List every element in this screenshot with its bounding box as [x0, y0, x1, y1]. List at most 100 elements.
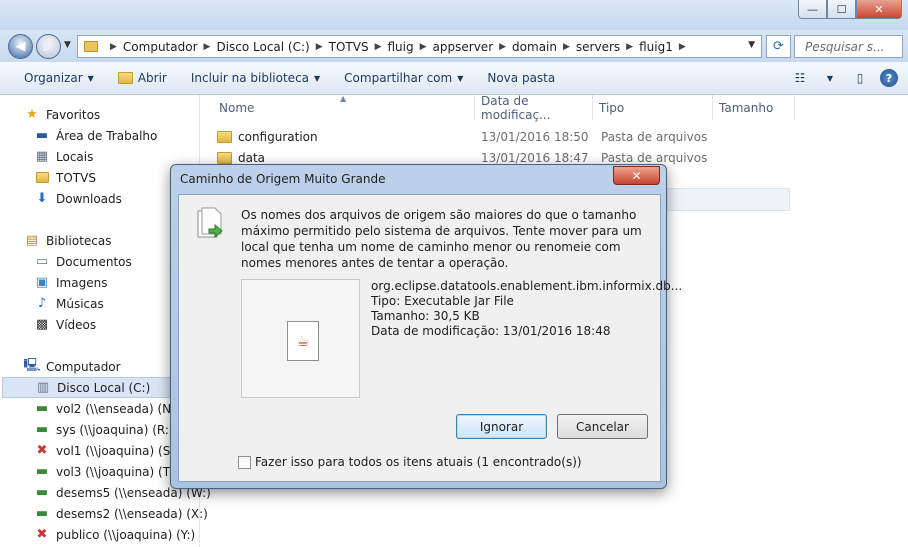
breadcrumb-totvs[interactable]: TOTVS	[329, 40, 369, 54]
nav-item-downloads[interactable]: ⬇ Downloads	[34, 188, 122, 209]
forward-button[interactable]: ▶	[36, 34, 61, 59]
nav-label: publico (\\joaquina) (Y:)	[56, 527, 196, 542]
nav-label: Bibliotecas	[46, 233, 112, 248]
nav-label: Computador	[46, 359, 121, 374]
file-date: 13/01/2016 18:47	[481, 150, 589, 165]
column-header-date[interactable]: Data de modificaç...	[475, 94, 593, 122]
breadcrumb-disco-local[interactable]: Disco Local (C:)	[216, 40, 309, 54]
open-button[interactable]: Abrir	[106, 62, 179, 95]
maximize-button[interactable]: ☐	[827, 0, 856, 19]
chevron-right-icon[interactable]: ▶	[499, 42, 506, 52]
chevron-right-icon[interactable]: ▶	[316, 42, 323, 52]
breadcrumb-fluig[interactable]: fluig	[388, 40, 414, 54]
music-icon: ♪	[37, 296, 47, 311]
chevron-right-icon[interactable]: ▶	[204, 42, 211, 52]
drive-icon: ▥	[36, 380, 50, 395]
new-folder-label: Nova pasta	[487, 71, 556, 85]
share-menu[interactable]: Compartilhar com ▼	[332, 62, 475, 95]
recent-pages-dropdown[interactable]: ▼	[64, 40, 71, 50]
file-name: configuration	[238, 129, 318, 144]
breadcrumb-fluig1[interactable]: fluig1	[639, 40, 673, 54]
nav-label: desems2 (\\enseada) (X:)	[56, 506, 208, 521]
nav-label: Imagens	[56, 275, 108, 290]
dialog-close-button[interactable]: ✕	[613, 166, 660, 185]
chevron-right-icon[interactable]: ▶	[626, 42, 633, 52]
breadcrumb-servers[interactable]: servers	[576, 40, 620, 54]
nav-item-network-drive[interactable]: ▬ vol3 (\\joaquina) (T:)	[34, 461, 178, 482]
nav-computer[interactable]: 🖳 Computador	[23, 356, 121, 377]
view-dropdown-icon[interactable]: ▼	[820, 68, 840, 88]
nav-item-network-drive[interactable]: ▬ sys (\\joaquina) (R:)	[34, 419, 174, 440]
nav-label: vol1 (\\joaquina) (S:)	[56, 443, 180, 458]
network-drive-icon: ▬	[35, 464, 49, 479]
nav-libraries[interactable]: ▤ Bibliotecas	[24, 230, 112, 251]
video-icon: ▩	[35, 317, 49, 332]
skip-button[interactable]: Ignorar	[456, 414, 547, 439]
nav-item-locais[interactable]: ▦ Locais	[34, 146, 94, 167]
nav-label: Favoritos	[46, 107, 101, 122]
chevron-right-icon[interactable]: ▶	[420, 42, 427, 52]
nav-item-music[interactable]: ♪ Músicas	[34, 293, 104, 314]
nav-item-network-drive[interactable]: ✖ publico (\\joaquina) (Y:)	[34, 524, 196, 545]
file-info-size: Tamanho: 30,5 KB	[371, 309, 480, 323]
open-label: Abrir	[137, 71, 167, 85]
file-row[interactable]: configuration 13/01/2016 18:50 Pasta de …	[217, 126, 787, 147]
nav-item-network-drive[interactable]: ✖ vol1 (\\joaquina) (S:)	[34, 440, 180, 461]
network-drive-icon: ▬	[35, 506, 49, 521]
nav-item-documents[interactable]: ▭ Documentos	[34, 251, 132, 272]
include-library-menu[interactable]: Incluir na biblioteca ▼	[179, 62, 332, 95]
address-bar[interactable]: ▶ Computador ▶ Disco Local (C:) ▶ TOTVS ▶ f…	[77, 35, 762, 58]
chevron-right-icon[interactable]: ▶	[679, 42, 686, 52]
nav-item-network-drive[interactable]: ▬ desems2 (\\enseada) (X:)	[34, 503, 208, 524]
new-folder-button[interactable]: Nova pasta	[475, 62, 567, 95]
search-input[interactable]: Pesquisar s...	[794, 35, 903, 58]
apply-to-all-checkbox[interactable]: Fazer isso para todos os itens atuais (1…	[238, 455, 582, 469]
breadcrumb-domain[interactable]: domain	[512, 40, 557, 54]
star-icon: ★	[26, 107, 38, 122]
breadcrumb-computador[interactable]: Computador	[123, 40, 198, 54]
nav-item-totvs[interactable]: TOTVS	[34, 167, 96, 188]
folder-icon	[217, 151, 232, 164]
chevron-right-icon[interactable]: ▶	[110, 42, 117, 52]
nav-label: Downloads	[56, 191, 122, 206]
folder-icon	[34, 171, 50, 185]
column-header-size[interactable]: Tamanho	[713, 95, 795, 120]
chevron-right-icon[interactable]: ▶	[563, 42, 570, 52]
column-header-name[interactable]: Nome	[213, 95, 475, 120]
column-header-type[interactable]: Tipo	[593, 95, 713, 120]
close-window-button[interactable]: ✕	[856, 0, 902, 19]
view-options-icon[interactable]: ☷	[790, 68, 810, 88]
nav-label: Área de Trabalho	[56, 128, 158, 143]
nav-item-local-disk[interactable]: ▥ Disco Local (C:)	[2, 377, 198, 398]
places-icon: ▦	[35, 149, 49, 164]
file-info-date: Data de modificação: 13/01/2016 18:48	[371, 324, 611, 338]
help-icon[interactable]: ?	[880, 69, 898, 87]
organize-menu[interactable]: Organizar ▼	[12, 62, 106, 95]
nav-label: Músicas	[56, 296, 104, 311]
open-folder-icon	[117, 72, 133, 84]
nav-label: vol2 (\\enseada) (N:)	[56, 401, 180, 416]
network-drive-icon: ▬	[35, 485, 49, 500]
nav-item-images[interactable]: ▣ Imagens	[34, 272, 108, 293]
network-drive-icon: ▬	[35, 422, 49, 437]
preview-pane-icon[interactable]: ▯	[850, 68, 870, 88]
nav-item-network-drive[interactable]: ▬ vol2 (\\enseada) (N:)	[34, 398, 180, 419]
refresh-button[interactable]: ⟳	[766, 35, 791, 58]
chevron-right-icon[interactable]: ▶	[375, 42, 382, 52]
nav-item-desktop[interactable]: ▬ Área de Trabalho	[34, 125, 158, 146]
nav-favorites[interactable]: ★ Favoritos	[24, 104, 100, 125]
cancel-button[interactable]: Cancelar	[557, 414, 648, 439]
checkbox-box[interactable]	[238, 455, 251, 469]
file-type: Pasta de arquivos	[601, 129, 708, 144]
nav-label: TOTVS	[56, 170, 96, 185]
address-dropdown-icon[interactable]: ▼	[748, 40, 755, 50]
nav-label: Disco Local (C:)	[57, 380, 151, 395]
nav-item-videos[interactable]: ▩ Vídeos	[34, 314, 96, 335]
breadcrumb-appserver[interactable]: appserver	[433, 40, 494, 54]
back-button[interactable]: ◀	[8, 34, 33, 59]
file-date: 13/01/2016 18:50	[481, 129, 589, 144]
minimize-button[interactable]: —	[798, 0, 827, 19]
network-drive-icon: ▬	[35, 401, 49, 416]
file-info-type: Tipo: Executable Jar File	[371, 294, 514, 308]
window-controls: — ☐ ✕	[798, 0, 902, 19]
